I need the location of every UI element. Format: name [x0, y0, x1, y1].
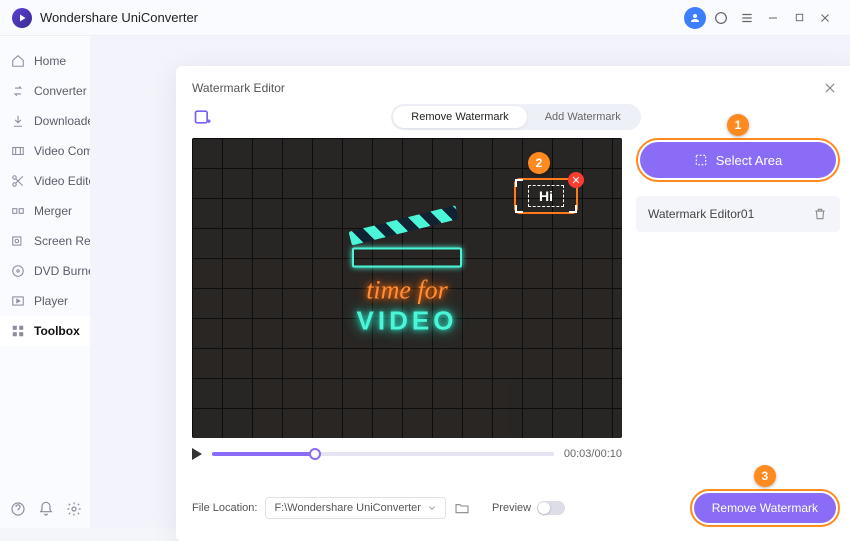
nav-toolbox[interactable]: Toolbox	[0, 316, 90, 346]
disc-icon	[10, 263, 26, 279]
nav-label: Screen Recorder	[34, 234, 90, 248]
nav-dvd[interactable]: DVD Burner	[0, 256, 90, 286]
window-minimize[interactable]	[760, 5, 786, 31]
download-icon	[10, 113, 26, 129]
watermark-selection[interactable]: Hi ✕	[514, 178, 578, 214]
play-button[interactable]	[192, 448, 202, 460]
open-folder-icon[interactable]	[454, 500, 470, 516]
gear-icon[interactable]	[66, 500, 82, 518]
add-file-icon[interactable]	[192, 106, 214, 128]
recorder-icon	[10, 233, 26, 249]
seek-slider[interactable]	[212, 452, 554, 456]
select-area-highlight: 1 Select Area	[636, 138, 840, 182]
nav-downloader[interactable]: Downloader	[0, 106, 90, 136]
watermark-editor-modal: Watermark Editor Remove Watermark Add Wa…	[176, 66, 850, 541]
nav-label: Video Compressor	[34, 144, 90, 158]
nav-player[interactable]: Player	[0, 286, 90, 316]
delete-selection-icon[interactable]: ✕	[568, 172, 584, 188]
step-badge-2: 2	[528, 152, 550, 174]
modal-title: Watermark Editor	[192, 81, 285, 95]
toolbox-icon	[10, 323, 26, 339]
tab-remove-watermark[interactable]: Remove Watermark	[393, 106, 526, 128]
file-location-select[interactable]: F:\Wondershare UniConverter	[265, 497, 446, 519]
titlebar: Wondershare UniConverter	[0, 0, 850, 36]
bell-icon[interactable]	[38, 500, 54, 518]
file-location-label: File Location:	[192, 502, 257, 514]
nav-recorder[interactable]: Screen Recorder	[0, 226, 90, 256]
sidebar: Home Converter Downloader Video Compress…	[0, 36, 90, 528]
menu-icon[interactable]	[734, 5, 760, 31]
remove-watermark-button[interactable]: Remove Watermark	[694, 493, 836, 523]
account-avatar[interactable]	[682, 5, 708, 31]
nav-converter[interactable]: Converter	[0, 76, 90, 106]
app-logo	[12, 8, 32, 28]
select-area-button[interactable]: Select Area	[640, 142, 836, 178]
remove-button-highlight: 3 Remove Watermark	[690, 489, 840, 527]
merger-icon	[10, 203, 26, 219]
watermark-text: Hi	[528, 185, 564, 207]
file-location-value: F:\Wondershare UniConverter	[274, 502, 421, 514]
app-title: Wondershare UniConverter	[40, 10, 198, 25]
area-item-label: Watermark Editor01	[648, 207, 754, 221]
nav-label: Toolbox	[34, 324, 80, 338]
player-bar: 00:03/00:10	[192, 448, 622, 460]
preview-toggle[interactable]	[537, 501, 565, 515]
nav-label: Video Editor	[34, 174, 90, 188]
time-display: 00:03/00:10	[564, 448, 622, 460]
tab-add-watermark[interactable]: Add Watermark	[527, 106, 639, 128]
nav-label: Downloader	[34, 114, 90, 128]
step-badge-1: 1	[727, 114, 749, 136]
converter-icon	[10, 83, 26, 99]
nav-label: Merger	[34, 204, 72, 218]
video-neon-sign: time for VIDEO	[352, 240, 462, 337]
scissors-icon	[10, 173, 26, 189]
area-list-item[interactable]: Watermark Editor01	[636, 196, 840, 232]
nav-compressor[interactable]: Video Compressor	[0, 136, 90, 166]
trash-icon[interactable]	[812, 206, 828, 222]
neon-line1: time for	[352, 276, 462, 306]
tab-group: Remove Watermark Add Watermark	[391, 104, 640, 130]
play-icon	[10, 293, 26, 309]
nav-merger[interactable]: Merger	[0, 196, 90, 226]
window-close[interactable]	[812, 5, 838, 31]
nav-label: DVD Burner	[34, 264, 90, 278]
nav-home[interactable]: Home	[0, 46, 90, 76]
select-area-label: Select Area	[716, 153, 783, 168]
window-maximize[interactable]	[786, 5, 812, 31]
neon-line2: VIDEO	[352, 306, 462, 337]
nav-editor[interactable]: Video Editor	[0, 166, 90, 196]
nav-label: Converter	[34, 84, 87, 98]
compressor-icon	[10, 143, 26, 159]
step-badge-3: 3	[754, 465, 776, 487]
select-icon	[694, 153, 708, 167]
home-icon	[10, 53, 26, 69]
help-icon[interactable]	[10, 500, 26, 518]
chevron-down-icon	[427, 503, 437, 513]
nav-label: Player	[34, 294, 68, 308]
preview-label: Preview	[492, 502, 531, 514]
close-icon[interactable]	[820, 78, 840, 98]
video-preview[interactable]: time for VIDEO 2 Hi ✕	[192, 138, 622, 438]
nav-label: Home	[34, 54, 66, 68]
support-icon[interactable]	[708, 5, 734, 31]
